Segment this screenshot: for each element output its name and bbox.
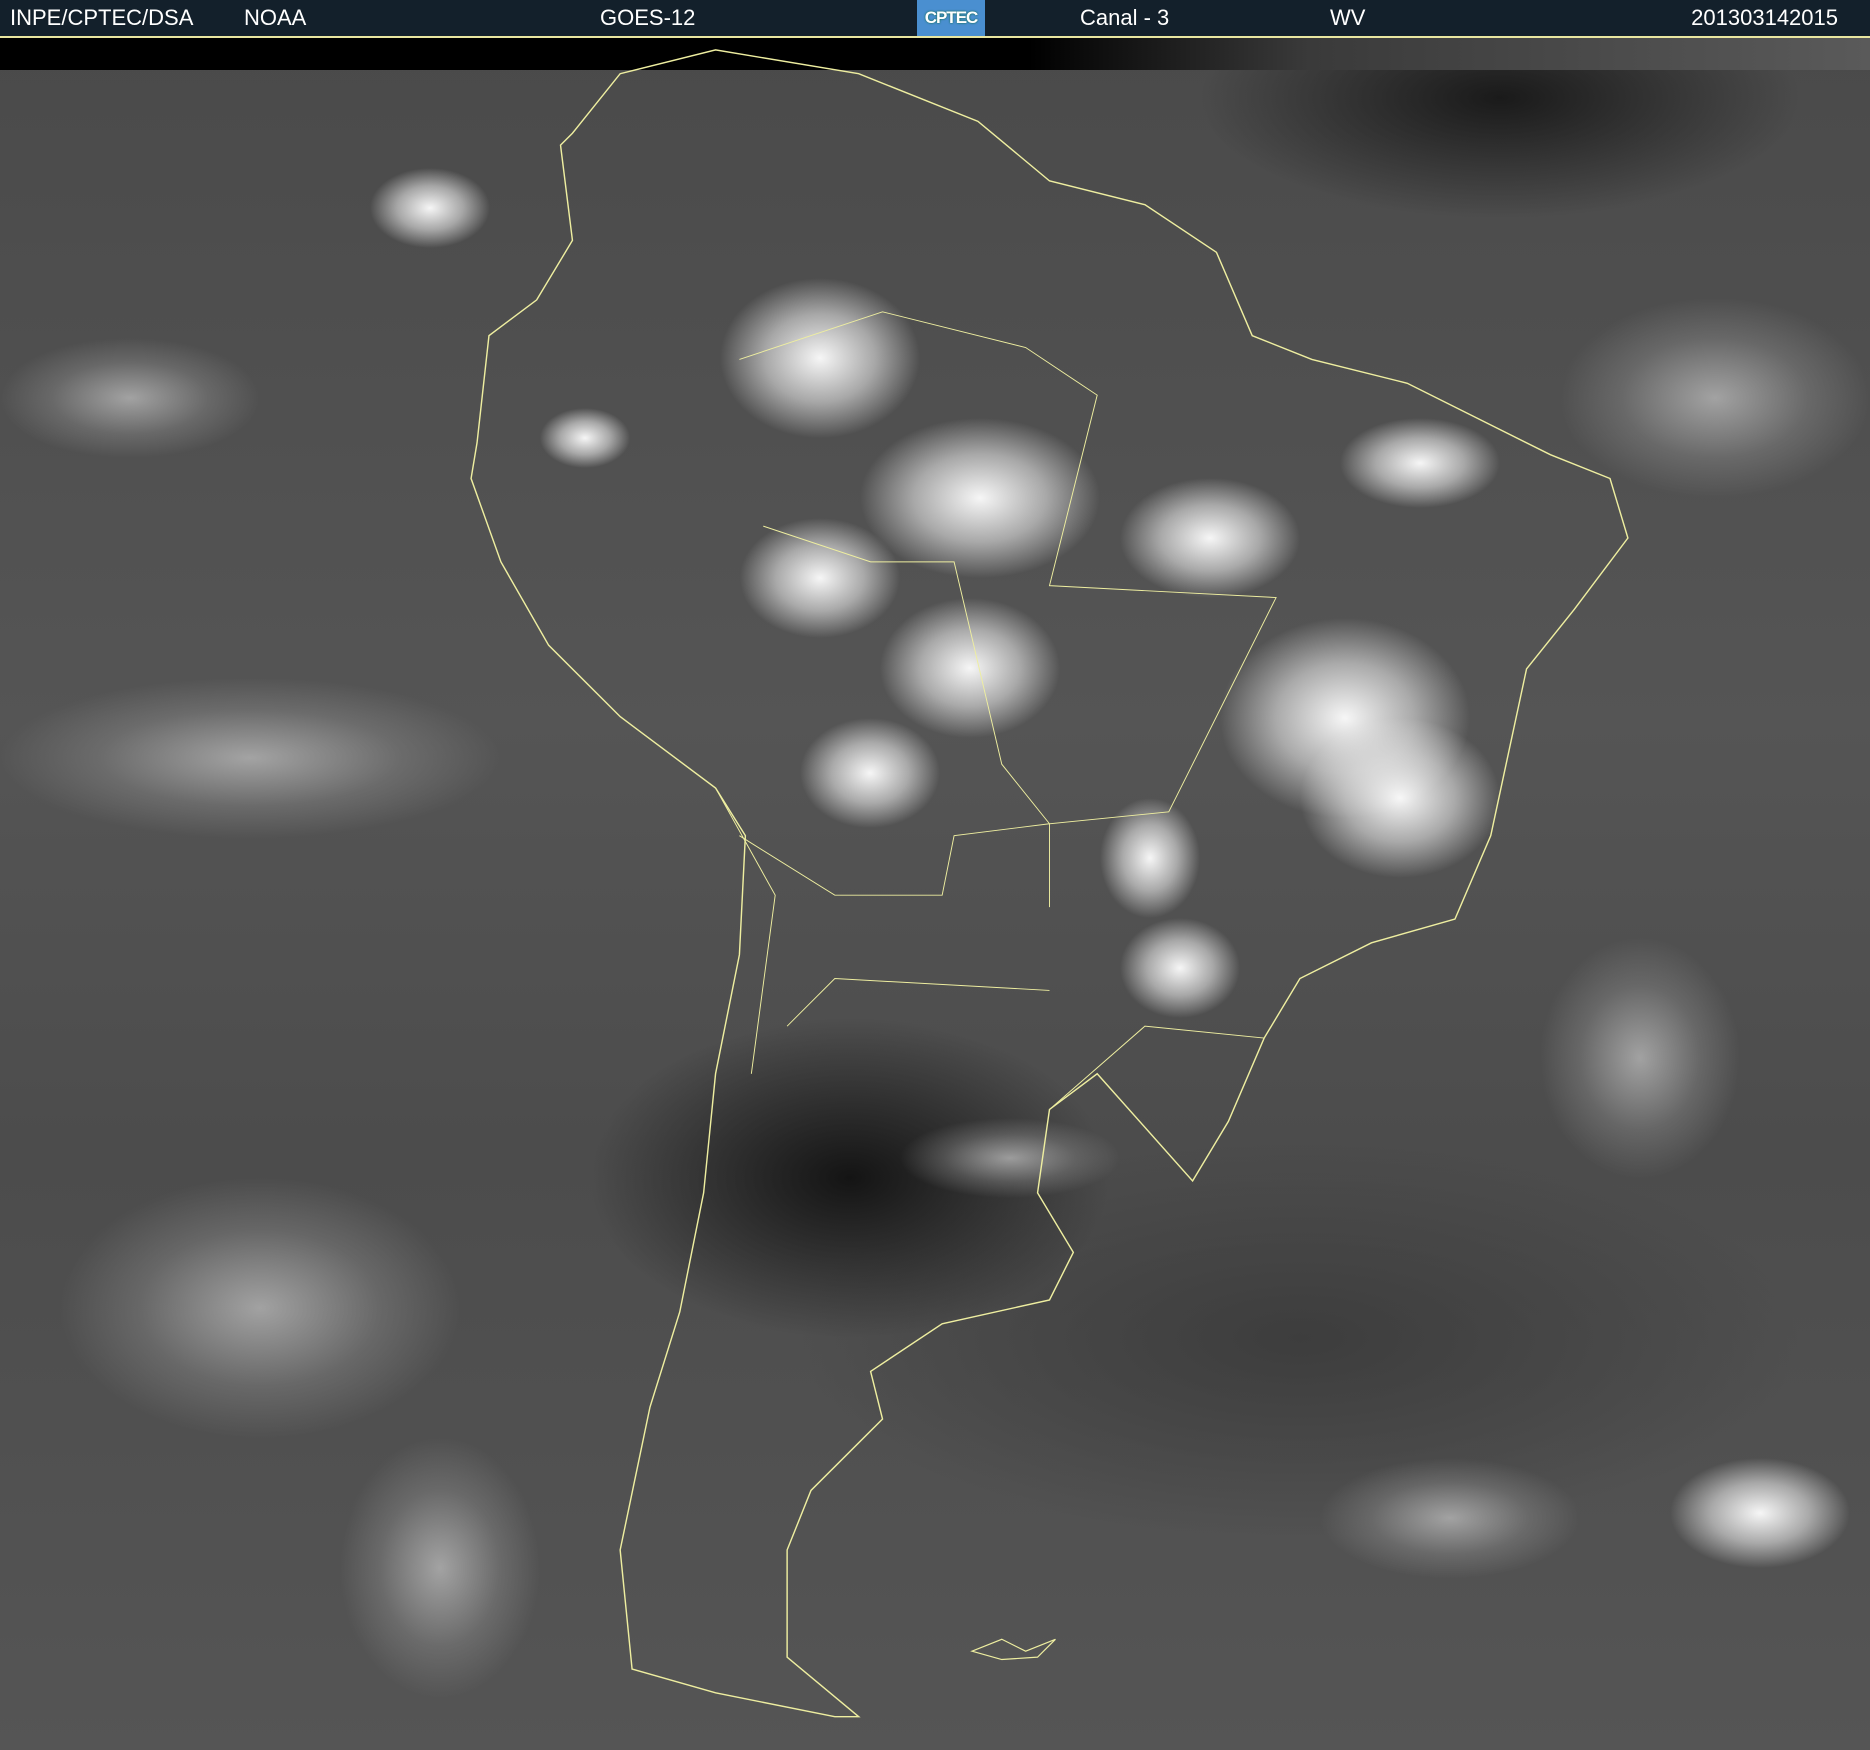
agency-label: INPE/CPTEC/DSA bbox=[10, 5, 194, 30]
satellite-image bbox=[0, 38, 1870, 1750]
source-label: NOAA bbox=[244, 5, 307, 30]
image-header: INPE/CPTEC/DSA NOAA GOES-12 CPTEC Canal … bbox=[0, 0, 1870, 38]
satellite-label: GOES-12 bbox=[600, 5, 696, 30]
logo-text: CPTEC bbox=[924, 8, 979, 27]
country-borders bbox=[715, 311, 1277, 1110]
timestamp-label: 201303142015 bbox=[1691, 5, 1838, 30]
falkland-islands bbox=[970, 1638, 1056, 1661]
coastline-overlay bbox=[470, 49, 1629, 1718]
cptec-logo: CPTEC bbox=[917, 0, 985, 36]
channel-label: Canal - 3 bbox=[1080, 5, 1170, 30]
band-label: WV bbox=[1330, 5, 1366, 30]
